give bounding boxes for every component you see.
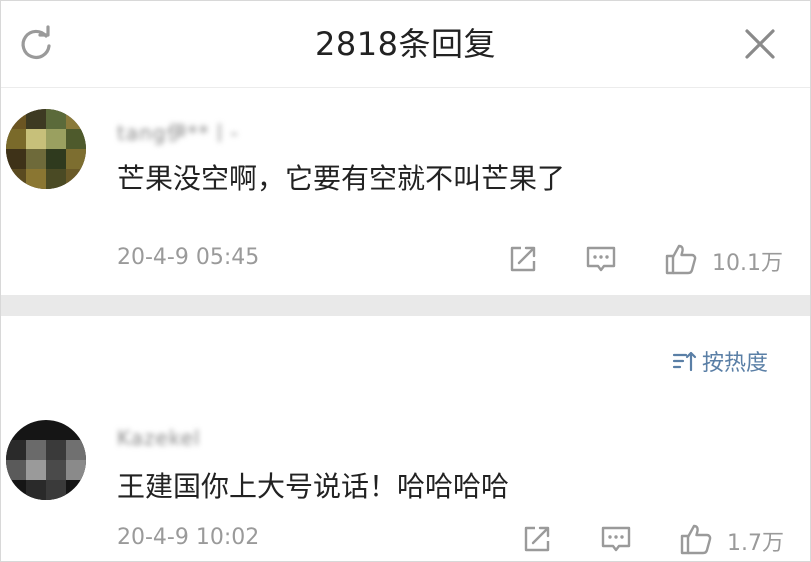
comment-icon (601, 526, 631, 552)
thumbs-up-icon (680, 524, 712, 555)
timestamp: 20-4-9 10:02 (117, 525, 260, 550)
share-button[interactable] (519, 521, 555, 557)
like-count: 1.7万 (727, 531, 784, 556)
username[interactable]: Kazekel (117, 426, 201, 450)
comment-meta: 20-4-9 10:02 1.7万 (1, 521, 810, 561)
comment-item: Kazekel 王建国你上大号说话！哈哈哈哈 20-4-9 10:02 1.7万 (1, 1, 810, 561)
avatar-image (6, 420, 86, 500)
reply-panel: 2818条回复 tang伊**丨- 芒果没空啊，它要有空就不叫芒果了 20-4-… (0, 0, 811, 562)
share-icon (524, 526, 550, 552)
like-button[interactable] (678, 521, 714, 557)
avatar[interactable] (6, 420, 86, 500)
reply-button[interactable] (598, 521, 634, 557)
comment-text: 王建国你上大号说话！哈哈哈哈 (117, 470, 510, 503)
